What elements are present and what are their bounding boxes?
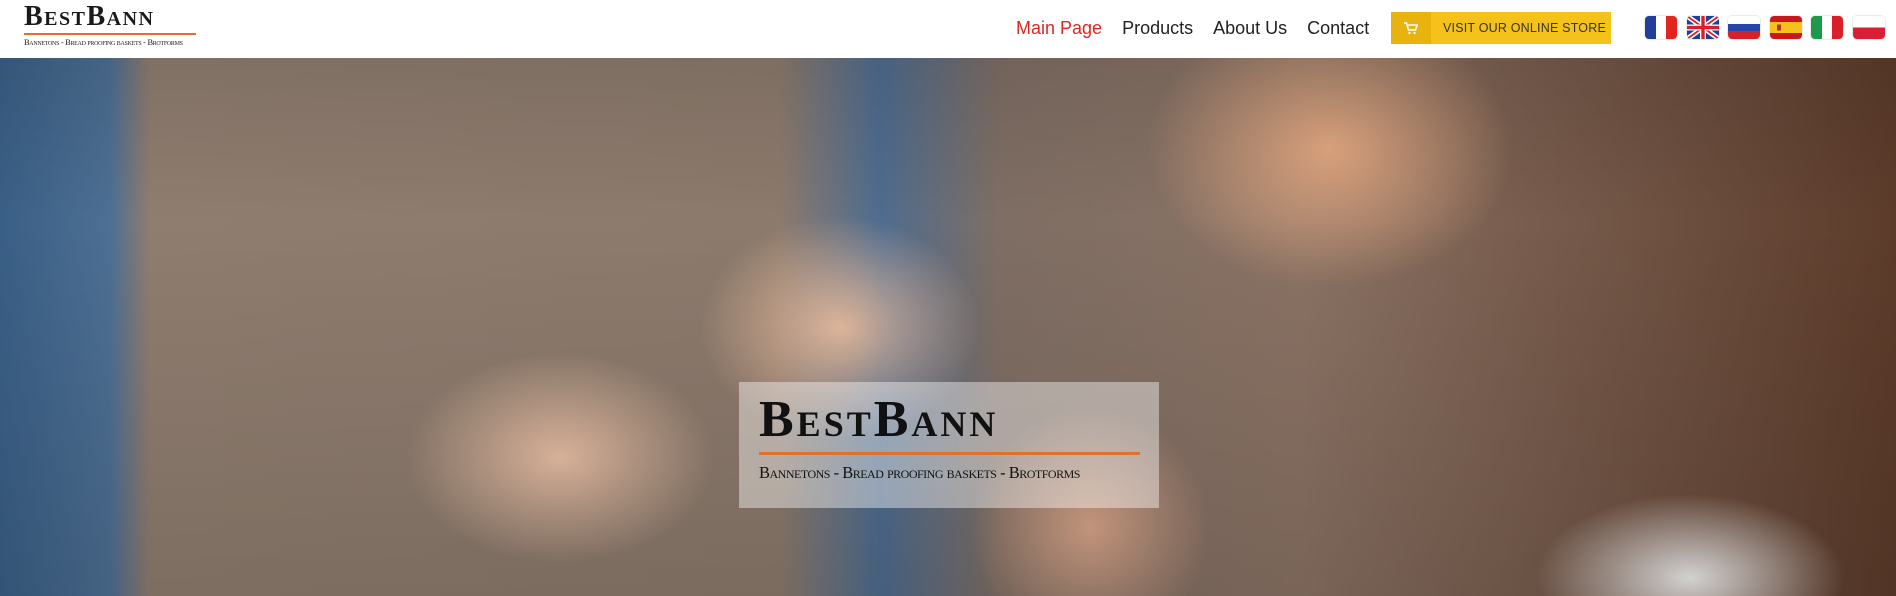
- italian-flag-icon[interactable]: [1811, 16, 1843, 39]
- nav-item-contact[interactable]: Contact: [1307, 16, 1369, 40]
- site-header: BestBann Bannetons - Bread proofing bask…: [0, 0, 1896, 58]
- polish-flag-icon[interactable]: [1852, 16, 1885, 39]
- nav-item-products[interactable]: Products: [1122, 16, 1193, 40]
- language-switcher: [1645, 16, 1894, 39]
- online-store-label: VISIT OUR ONLINE STORE: [1443, 21, 1606, 35]
- spanish-flag-icon[interactable]: [1769, 16, 1802, 39]
- logo-underline: [24, 33, 196, 35]
- nav-item-about-us[interactable]: About Us: [1213, 16, 1287, 40]
- cart-icon: [1391, 12, 1431, 44]
- hero-logo: BestBann Bannetons - Bread proofing bask…: [739, 382, 1159, 508]
- site-logo[interactable]: BestBann Bannetons - Bread proofing bask…: [24, 3, 200, 47]
- online-store-button[interactable]: VISIT OUR ONLINE STORE: [1391, 12, 1611, 44]
- hero-shade: [0, 58, 1896, 596]
- hero-underline: [759, 452, 1140, 455]
- logo-tagline: Bannetons - Bread proofing baskets - Bro…: [24, 38, 183, 47]
- logo-wordmark: BestBann: [24, 1, 155, 32]
- uk-flag-icon[interactable]: [1686, 16, 1719, 39]
- hero-wordmark: BestBann: [759, 391, 999, 448]
- french-flag-icon[interactable]: [1645, 16, 1677, 39]
- nav-item-main-page[interactable]: Main Page: [1016, 16, 1102, 40]
- main-nav: Main Page Products About Us Contact: [1016, 16, 1389, 40]
- hero-tagline: Bannetons - Bread proofing baskets - Bro…: [759, 463, 1080, 482]
- russian-flag-icon[interactable]: [1728, 16, 1760, 39]
- hero-banner-image: BestBann Bannetons - Bread proofing bask…: [0, 58, 1896, 596]
